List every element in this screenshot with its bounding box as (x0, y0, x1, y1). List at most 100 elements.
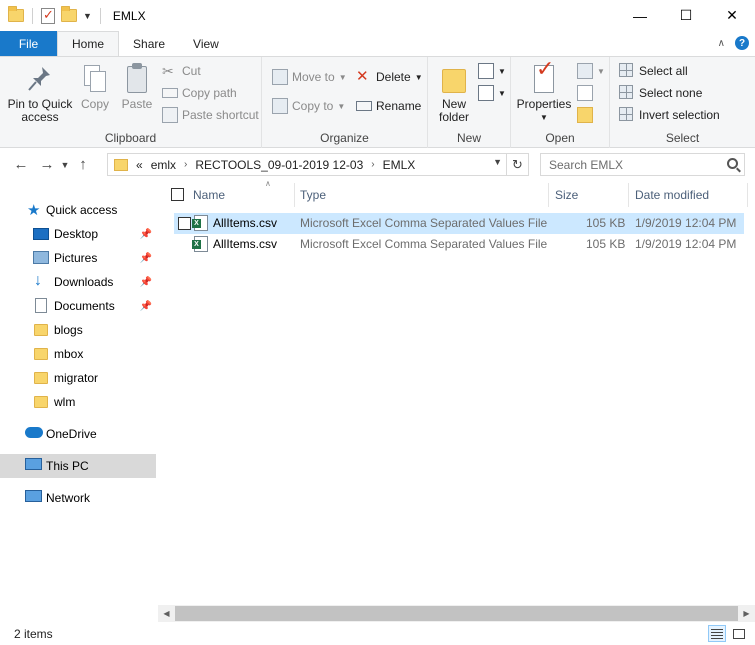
column-divider[interactable] (628, 183, 629, 207)
open-dropdown-icon: ▼ (597, 66, 605, 76)
file-row[interactable]: AllItems.csv Microsoft Excel Comma Separ… (174, 234, 744, 255)
new-folder-button[interactable]: New folder (434, 63, 474, 124)
back-button[interactable]: ← (10, 154, 32, 176)
forward-button[interactable]: → (36, 154, 58, 176)
close-button[interactable]: ✕ (709, 0, 755, 31)
folder-icon (114, 158, 128, 171)
sort-ascending-icon: ∧ (265, 179, 271, 188)
open-icon (577, 63, 593, 79)
star-icon: ★ (27, 202, 41, 219)
pin-to-quick-access-button[interactable]: Pin to Quick access (6, 63, 74, 124)
chevron-right-icon[interactable]: › (184, 159, 187, 170)
maximize-button[interactable]: ☐ (663, 0, 709, 31)
column-header-date-modified[interactable]: Date modified (635, 181, 709, 209)
large-icons-view-button[interactable] (730, 625, 748, 642)
breadcrumb-rectools[interactable]: RECTOOLS_09-01-2019 12-03 (195, 158, 363, 172)
breadcrumb-emlx[interactable]: emlx (151, 158, 176, 172)
quick-access-toolbar: ▼ (8, 6, 103, 24)
select-all-checkbox[interactable] (171, 188, 184, 201)
column-divider[interactable] (747, 183, 748, 207)
edit-button[interactable] (577, 83, 597, 103)
scroll-right-icon[interactable]: ▶ (738, 605, 755, 622)
address-dropdown-icon[interactable]: ▼ (493, 157, 502, 167)
chevron-right-icon[interactable]: › (371, 159, 374, 170)
select-all-label: Select all (639, 64, 688, 78)
properties-icon[interactable] (41, 7, 55, 24)
tab-view[interactable]: View (179, 31, 233, 56)
row-checkbox[interactable] (178, 217, 191, 230)
column-header-size[interactable]: Size (555, 181, 578, 209)
select-all-button[interactable]: Select all (619, 61, 688, 81)
recent-locations-button[interactable]: ▼ (58, 154, 72, 176)
downloads-icon: ↓ (34, 272, 42, 289)
minimize-button[interactable]: — (617, 0, 663, 31)
help-icon[interactable]: ? (735, 36, 749, 50)
nav-item-desktop[interactable]: Desktop 📌 (0, 222, 156, 246)
nav-item-label: Documents (54, 299, 115, 313)
nav-item-migrator[interactable]: migrator (0, 366, 156, 390)
nav-item-mbox[interactable]: mbox (0, 342, 156, 366)
nav-this-pc[interactable]: This PC (0, 454, 156, 478)
invert-selection-button[interactable]: Invert selection (619, 105, 720, 125)
network-icon (25, 490, 42, 502)
address-bar[interactable]: « emlx › RECTOOLS_09-01-2019 12-03 › EML… (107, 153, 529, 176)
nav-item-downloads[interactable]: ↓ Downloads 📌 (0, 270, 156, 294)
copy-path-button[interactable]: Copy path (162, 83, 237, 103)
customize-dropdown-icon[interactable]: ▼ (83, 11, 92, 21)
breadcrumb-emlx-current[interactable]: EMLX (383, 158, 416, 172)
nav-item-wlm[interactable]: wlm (0, 390, 156, 414)
copy-icon (79, 63, 111, 95)
new-item-button[interactable]: ▼ (478, 61, 506, 81)
file-type: Microsoft Excel Comma Separated Values F… (300, 237, 548, 251)
history-icon (577, 107, 593, 123)
new-folder-icon[interactable] (61, 6, 77, 22)
nav-onedrive[interactable]: OneDrive (0, 422, 156, 446)
copy-to-label: Copy to (292, 99, 334, 113)
tab-file[interactable]: File (0, 31, 57, 56)
up-button[interactable]: ↑ (72, 154, 94, 176)
cut-button[interactable]: ✂ Cut (162, 61, 201, 81)
open-group: Properties ▼ ▼ Open (511, 57, 610, 148)
move-to-icon (272, 69, 288, 85)
easy-access-button[interactable]: ▼ (478, 83, 506, 103)
nav-item-blogs[interactable]: blogs (0, 318, 156, 342)
delete-button[interactable]: ✕ Delete ▼ (356, 67, 423, 87)
file-row[interactable]: AllItems.csv Microsoft Excel Comma Separ… (174, 213, 744, 234)
new-item-dropdown-icon: ▼ (498, 66, 506, 76)
select-group: Select all Select none Invert selection … (610, 57, 755, 148)
scrollbar-thumb[interactable] (175, 606, 738, 621)
breadcrumb-overflow[interactable]: « (136, 158, 143, 172)
new-item-icon (478, 63, 494, 79)
collapse-ribbon-icon[interactable]: ∧ (718, 38, 725, 49)
select-none-button[interactable]: Select none (619, 83, 702, 103)
column-header-type[interactable]: Type (300, 181, 326, 209)
open-button[interactable]: ▼ (577, 61, 605, 81)
copy-to-button[interactable]: Copy to ▼ (272, 96, 345, 116)
nav-item-pictures[interactable]: Pictures 📌 (0, 246, 156, 270)
details-view-button[interactable] (708, 625, 726, 642)
rename-button[interactable]: Rename (356, 96, 421, 116)
column-header-name[interactable]: ∧ Name (193, 179, 293, 209)
folder-icon[interactable] (8, 6, 24, 22)
nav-network[interactable]: Network (0, 486, 156, 510)
tab-share[interactable]: Share (119, 31, 179, 56)
scroll-left-icon[interactable]: ◀ (158, 605, 175, 622)
search-input[interactable]: Search EMLX (540, 153, 745, 176)
item-count: 2 items (14, 626, 53, 641)
horizontal-scrollbar[interactable]: ◀ ▶ (158, 605, 755, 622)
column-divider[interactable] (294, 183, 295, 207)
move-to-button[interactable]: Move to ▼ (272, 67, 347, 87)
nav-quick-access[interactable]: ★ Quick access (0, 198, 156, 222)
window-controls: — ☐ ✕ (617, 0, 755, 31)
paste-button[interactable]: Paste (118, 63, 156, 111)
refresh-button[interactable]: ↻ (506, 154, 528, 175)
nav-item-label: Desktop (54, 227, 99, 241)
copy-button[interactable]: Copy (78, 63, 112, 111)
history-button[interactable] (577, 105, 597, 125)
paste-shortcut-button[interactable]: Paste shortcut (162, 105, 259, 125)
properties-label: Properties (516, 97, 572, 111)
column-divider[interactable] (548, 183, 549, 207)
properties-button[interactable]: Properties ▼ (515, 62, 573, 124)
tab-home[interactable]: Home (57, 31, 120, 56)
nav-item-documents[interactable]: Documents 📌 (0, 294, 156, 318)
